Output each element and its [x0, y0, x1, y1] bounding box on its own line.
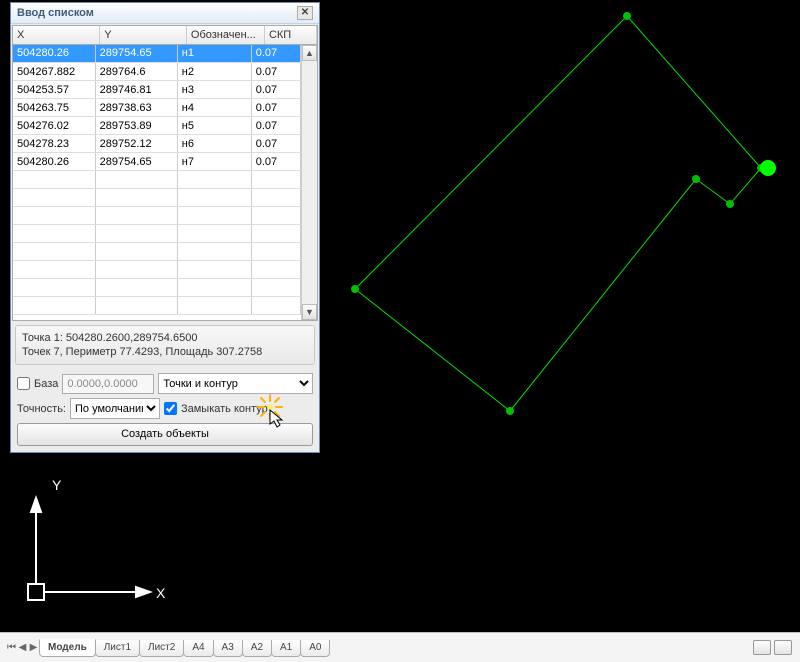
- layout-options-icon[interactable]: [753, 640, 771, 655]
- table-row[interactable]: 504280.26289754.65н10.07: [13, 45, 301, 63]
- cell[interactable]: 289754.65: [95, 153, 177, 171]
- cell[interactable]: 504253.57: [13, 81, 95, 99]
- layout-tab[interactable]: A4: [183, 640, 213, 657]
- close-contour-label: Замыкать контур: [181, 403, 268, 415]
- table-row-empty[interactable]: [13, 171, 301, 189]
- base-checkbox[interactable]: [17, 377, 30, 390]
- cell[interactable]: 289738.63: [95, 99, 177, 117]
- contour-polyline[interactable]: [351, 12, 765, 415]
- cell[interactable]: 0.07: [251, 45, 300, 63]
- cell[interactable]: 0.07: [251, 81, 300, 99]
- layout-more-icon[interactable]: [774, 640, 792, 655]
- col-label[interactable]: Обозначен...: [186, 26, 264, 44]
- input-list-dialog[interactable]: Ввод списком ✕ X Y Обозначен... СКП: [10, 2, 320, 453]
- cell[interactable]: 0.07: [251, 153, 300, 171]
- info-line-2: Точек 7, Периметр 77.4293, Площадь 307.2…: [22, 345, 308, 359]
- tab-nav-first-icon[interactable]: ⏮: [6, 641, 17, 655]
- cell[interactable]: н3: [177, 81, 251, 99]
- cell[interactable]: н6: [177, 135, 251, 153]
- cell[interactable]: н2: [177, 63, 251, 81]
- accuracy-label: Точность:: [17, 403, 66, 415]
- cell[interactable]: 0.07: [251, 63, 300, 81]
- cell[interactable]: 504263.75: [13, 99, 95, 117]
- layout-tab[interactable]: A1: [271, 640, 301, 657]
- col-skp[interactable]: СКП: [264, 26, 316, 44]
- layout-tab[interactable]: A2: [242, 640, 272, 657]
- info-panel: Точка 1: 504280.2600,289754.6500 Точек 7…: [15, 325, 315, 365]
- layout-tabstrip[interactable]: ⏮ ◀ ▶ МодельЛист1Лист2A4A3A2A1A0: [0, 641, 753, 655]
- col-y[interactable]: Y: [100, 26, 187, 44]
- col-x[interactable]: X: [13, 26, 100, 44]
- ucs-icon: Y X: [28, 477, 166, 601]
- vertex-point[interactable]: [692, 175, 700, 183]
- table-row-empty[interactable]: [13, 297, 301, 315]
- cell[interactable]: н1: [177, 45, 251, 63]
- cell[interactable]: 289754.65: [95, 45, 177, 63]
- scroll-up-icon[interactable]: ▲: [302, 45, 317, 61]
- layout-tab[interactable]: Лист1: [95, 640, 140, 657]
- svg-text:X: X: [156, 585, 166, 601]
- cell[interactable]: н5: [177, 117, 251, 135]
- tab-nav-next-icon[interactable]: ▶: [28, 641, 39, 655]
- layout-tab[interactable]: A0: [300, 640, 330, 657]
- table-row[interactable]: 504263.75289738.63н40.07: [13, 99, 301, 117]
- dialog-title: Ввод списком: [17, 7, 94, 19]
- table-scrollbar[interactable]: ▲ ▼: [301, 45, 317, 321]
- table-row[interactable]: 504267.882289764.6н20.07: [13, 63, 301, 81]
- cell[interactable]: н4: [177, 99, 251, 117]
- vertex-point[interactable]: [506, 407, 514, 415]
- table-row-empty[interactable]: [13, 261, 301, 279]
- cell[interactable]: 504280.26: [13, 45, 95, 63]
- cell[interactable]: 504280.26: [13, 153, 95, 171]
- cell[interactable]: 0.07: [251, 117, 300, 135]
- layout-tabs-bar[interactable]: ⏮ ◀ ▶ МодельЛист1Лист2A4A3A2A1A0: [0, 632, 800, 662]
- cell[interactable]: 504267.882: [13, 63, 95, 81]
- cell[interactable]: 504276.02: [13, 117, 95, 135]
- vertex-point[interactable]: [623, 12, 631, 20]
- base-input[interactable]: [62, 374, 154, 394]
- cell[interactable]: 0.07: [251, 135, 300, 153]
- table-row[interactable]: 504280.26289754.65н70.07: [13, 153, 301, 171]
- table-row[interactable]: 504253.57289746.81н30.07: [13, 81, 301, 99]
- table-row-empty[interactable]: [13, 207, 301, 225]
- vertex-point[interactable]: [726, 200, 734, 208]
- vertex-highlight: [760, 160, 776, 176]
- vertex-point[interactable]: [351, 285, 359, 293]
- accuracy-select[interactable]: По умолчанию: [70, 398, 160, 419]
- cell[interactable]: 289752.12: [95, 135, 177, 153]
- table-row-empty[interactable]: [13, 225, 301, 243]
- close-icon[interactable]: ✕: [297, 6, 313, 20]
- create-objects-button[interactable]: Создать объекты: [17, 423, 313, 446]
- cell[interactable]: 0.07: [251, 99, 300, 117]
- layout-tab[interactable]: Лист2: [139, 640, 184, 657]
- dialog-titlebar[interactable]: Ввод списком ✕: [11, 3, 319, 24]
- tab-nav-prev-icon[interactable]: ◀: [17, 641, 28, 655]
- close-contour-checkbox[interactable]: [164, 402, 177, 415]
- table-row-empty[interactable]: [13, 279, 301, 297]
- cell[interactable]: 289764.6: [95, 63, 177, 81]
- table-row-empty[interactable]: [13, 189, 301, 207]
- cell[interactable]: 289746.81: [95, 81, 177, 99]
- table-header-row[interactable]: X Y Обозначен... СКП: [13, 26, 317, 44]
- table-row[interactable]: 504276.02289753.89н50.07: [13, 117, 301, 135]
- cell[interactable]: н7: [177, 153, 251, 171]
- cell[interactable]: 289753.89: [95, 117, 177, 135]
- cell[interactable]: 504278.23: [13, 135, 95, 153]
- table-row-empty[interactable]: [13, 243, 301, 261]
- svg-text:Y: Y: [52, 477, 62, 493]
- points-table[interactable]: X Y Обозначен... СКП 504280.26289754.65н…: [12, 25, 318, 321]
- mode-select[interactable]: Точки и контур: [158, 373, 313, 394]
- info-line-1: Точка 1: 504280.2600,289754.6500: [22, 331, 308, 345]
- base-label: База: [34, 378, 58, 390]
- layout-tab[interactable]: A3: [213, 640, 243, 657]
- layout-tab[interactable]: Модель: [39, 639, 96, 657]
- table-row[interactable]: 504278.23289752.12н60.07: [13, 135, 301, 153]
- scroll-down-icon[interactable]: ▼: [302, 304, 317, 320]
- dialog-controls: База Точки и контур Точность: По умолчан…: [11, 369, 319, 452]
